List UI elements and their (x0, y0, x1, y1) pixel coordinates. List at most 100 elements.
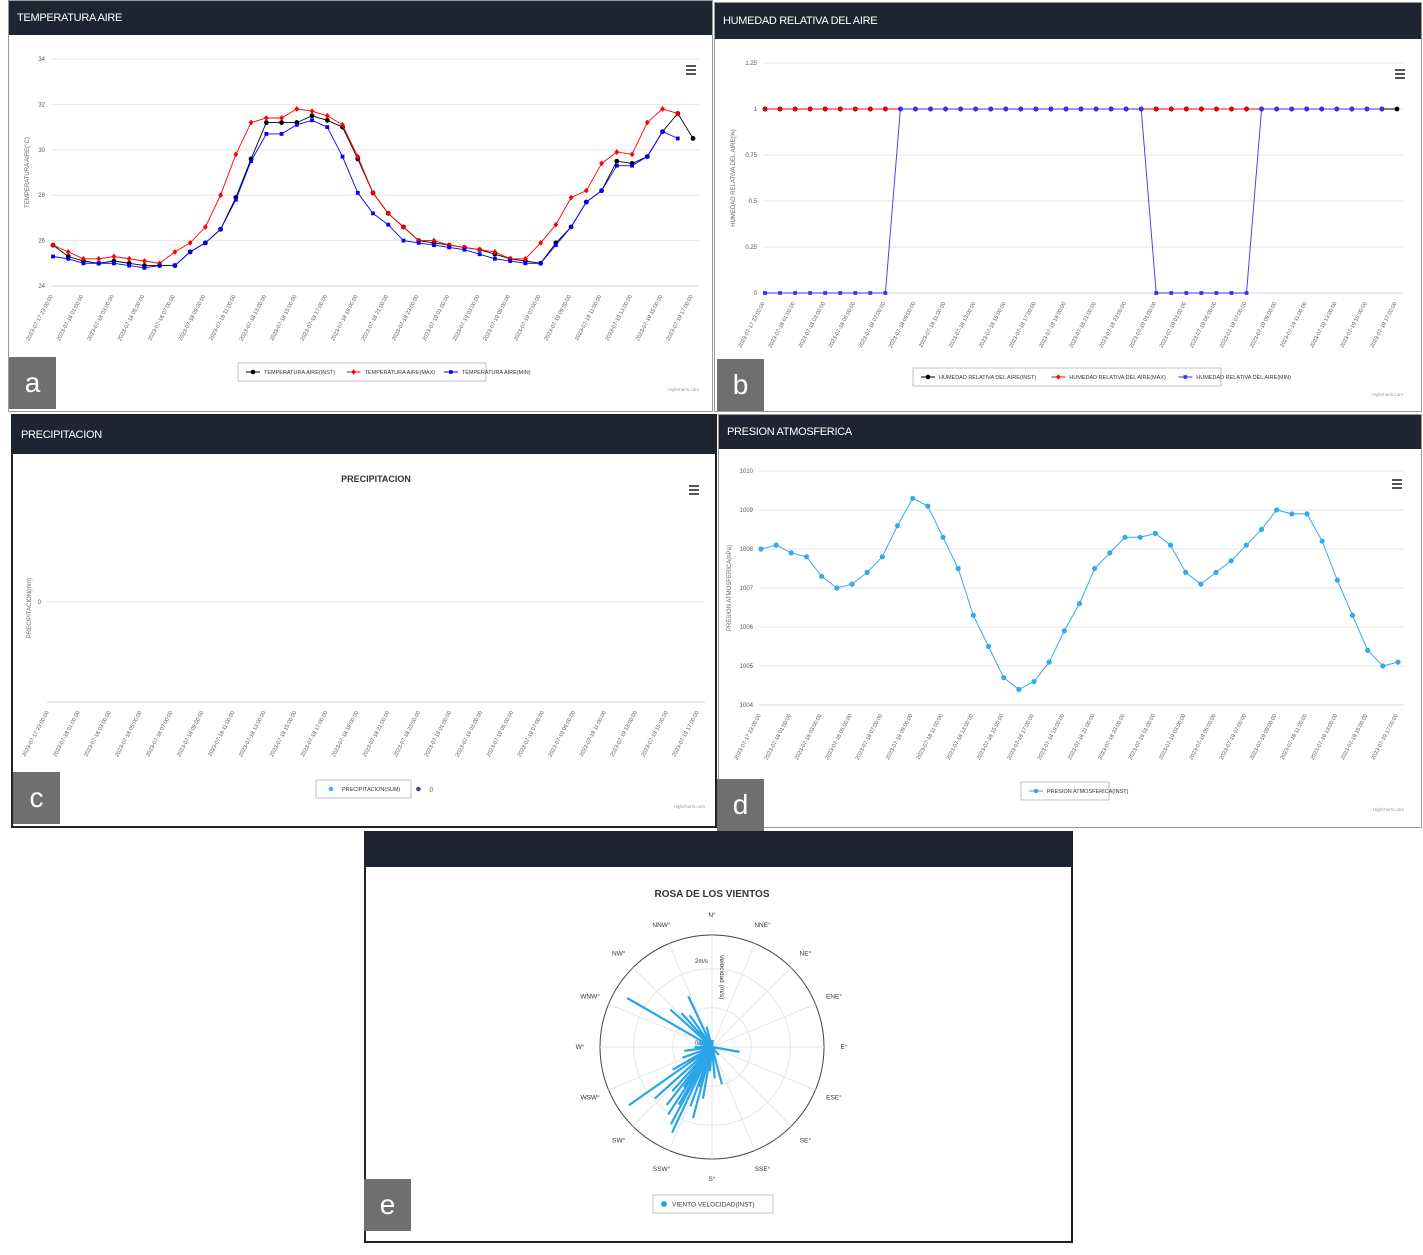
data-point (898, 107, 903, 111)
data-point (477, 252, 482, 257)
panel-rosa-vientos: ROSA DE LOS VIENTOS N° NNE° NE° ENE° E° ESE° SE… (364, 831, 1073, 1243)
data-point (925, 374, 931, 380)
legend-item[interactable]: HUMEDAD RELATIVA DEL AIRE(INST) (921, 374, 1036, 381)
chart-menu-icon[interactable] (686, 65, 696, 75)
y-tick-label: 0 (754, 291, 758, 297)
data-point (569, 225, 573, 229)
x-tick-label: 2023-07-18 19:00:00 (1037, 713, 1066, 761)
direction-label: ESE° (826, 1094, 842, 1102)
data-point (553, 243, 558, 248)
y-tick-label: 1005 (740, 664, 754, 670)
legend-item[interactable]: VIENTO VELOCIDAD(INST) (661, 1201, 755, 1209)
chart-menu-icon[interactable] (689, 485, 699, 495)
x-tick-label: 2023-07-17 23:00:00 (737, 301, 766, 349)
data-point (879, 554, 885, 560)
data-point (1079, 107, 1083, 111)
data-point (1274, 507, 1280, 513)
x-tick-label: 2023-07-17 23:00:00 (25, 294, 54, 342)
data-point (849, 581, 855, 587)
direction-label: N° (708, 911, 716, 919)
data-point (279, 115, 284, 121)
data-point (416, 240, 421, 245)
data-point (838, 291, 843, 295)
data-point (508, 259, 513, 263)
data-point (1033, 107, 1038, 111)
data-point (868, 291, 873, 295)
x-tick-label: 2023-07-18 09:00:00 (176, 710, 205, 758)
data-point (279, 132, 284, 136)
data-point (81, 261, 86, 266)
x-tick-label: 2023-07-18 15:00:00 (269, 294, 298, 342)
data-point (50, 242, 56, 249)
data-point (1319, 107, 1324, 111)
menu-icon-bar (1392, 487, 1402, 489)
chart-humedad: 0 0.25 0.5 0.75 1 1.25 HUMEDAD RELATIVA DEL AI… (731, 61, 1405, 397)
menu-icon-bar (686, 69, 696, 71)
legend-item[interactable]: HUMEDAD RELATIVA DEL AIRE(MAX) (1051, 374, 1166, 381)
data-point (599, 160, 604, 167)
panel-tag: e (364, 1179, 411, 1231)
y-tick-label: 30 (38, 148, 45, 154)
x-tick-label: 2023-07-19 01:00:00 (424, 710, 453, 758)
data-point (96, 255, 102, 262)
y-tick-label: 1006 (740, 625, 754, 631)
data-point (758, 546, 764, 552)
chart-menu-icon[interactable] (1392, 479, 1402, 489)
x-tick-label: 2023-07-19 01:00:00 (1128, 713, 1157, 761)
data-point (111, 253, 117, 260)
data-point (538, 261, 543, 266)
data-point (808, 291, 813, 295)
x-tick-label: 2023-07-19 03:00:00 (1158, 713, 1187, 761)
panel-tag: c (13, 772, 60, 824)
direction-label: S° (709, 1175, 716, 1183)
x-tick-label: 2023-07-19 13:00:00 (610, 710, 639, 758)
y-axis-label: HUMEDAD RELATIVA DEL AIRE(%) (731, 129, 737, 227)
data-point (1229, 106, 1234, 112)
data-point (401, 238, 406, 243)
data-point (837, 106, 843, 112)
data-point (1289, 511, 1295, 517)
data-point (203, 240, 208, 245)
x-tick-label: 2023-07-19 17:00:00 (1369, 301, 1398, 349)
panel-precipitacion: PRECIPITACION 0 PRECIPITACION(mm) 2023-07-… (11, 414, 717, 828)
data-point (955, 565, 961, 572)
panel-presion: PRESION ATMOSFERICA 1004 1005 1006 1007 1008… (717, 414, 1422, 831)
x-tick-label: 2023-07-19 05:00:00 (1188, 713, 1217, 761)
menu-icon-bar (689, 493, 699, 495)
chart-menu-icon[interactable] (1395, 69, 1405, 79)
x-tick-label: 2023-07-19 05:00:00 (483, 294, 512, 342)
data-point (1334, 577, 1340, 583)
legend-item[interactable]: () (416, 786, 433, 793)
x-tick-label: 2023-07-18 19:00:00 (1038, 301, 1067, 349)
data-point (250, 369, 256, 375)
y-tick-label: 32 (38, 102, 45, 108)
x-tick-label: 2023-07-19 05:00:00 (486, 710, 515, 758)
data-point (1380, 663, 1386, 669)
data-point (173, 263, 177, 268)
x-tick-label: 2023-07-18 15:00:00 (976, 713, 1005, 761)
direction-label: NNE° (754, 921, 771, 929)
data-point (96, 261, 101, 266)
data-point (852, 106, 858, 112)
credit-text: Highcharts.com (674, 804, 706, 809)
x-tick-label: 2023-07-18 01:00:00 (768, 301, 797, 349)
x-tick-label: 2023-07-19 13:00:00 (605, 294, 634, 342)
y-tick-label: 1010 (740, 469, 754, 475)
x-tick-label: 2023-07-18 13:00:00 (239, 294, 268, 342)
data-point (883, 291, 888, 295)
x-tick-label: 2023-07-18 11:00:00 (209, 294, 238, 342)
data-point (958, 107, 963, 111)
direction-label: WSW° (580, 1094, 600, 1102)
x-tick-label: 2023-07-18 21:00:00 (1067, 713, 1096, 761)
menu-icon-bar (686, 73, 696, 75)
x-tick-label: 2023-07-18 01:00:00 (56, 294, 85, 342)
panel-humedad: HUMEDAD RELATIVA DEL AIRE 0 0.25 0.5 0.75 1 1… (714, 2, 1422, 412)
data-point (1183, 106, 1189, 112)
data-point (629, 151, 635, 158)
data-point (493, 256, 497, 261)
x-tick-label: 2023-07-18 13:00:00 (946, 713, 975, 761)
data-point (1152, 530, 1158, 536)
x-tick-label: 2023-07-18 23:00:00 (391, 294, 420, 342)
data-point (1214, 291, 1219, 295)
x-tick-label: 2023-07-18 15:00:00 (978, 301, 1007, 349)
